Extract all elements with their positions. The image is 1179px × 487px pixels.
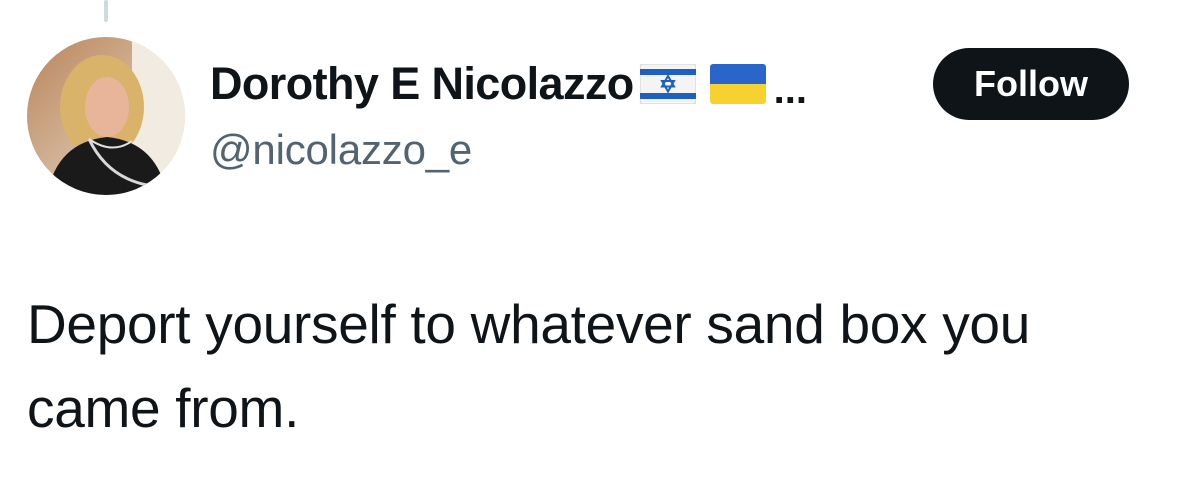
name-truncation-ellipsis: ...: [773, 67, 807, 112]
thread-connector-line: [104, 0, 108, 22]
user-handle[interactable]: @nicolazzo_e: [210, 126, 472, 174]
user-name-row: Dorothy E Nicolazzo ...: [210, 54, 807, 114]
tweet-text: Deport yourself to whatever sand box you…: [27, 293, 1031, 439]
avatar[interactable]: [27, 37, 185, 195]
avatar-image: [27, 37, 185, 195]
display-name[interactable]: Dorothy E Nicolazzo: [210, 58, 634, 110]
ukraine-flag-icon: [709, 64, 766, 104]
follow-button[interactable]: Follow: [933, 48, 1129, 120]
israel-flag-icon: [639, 64, 696, 104]
